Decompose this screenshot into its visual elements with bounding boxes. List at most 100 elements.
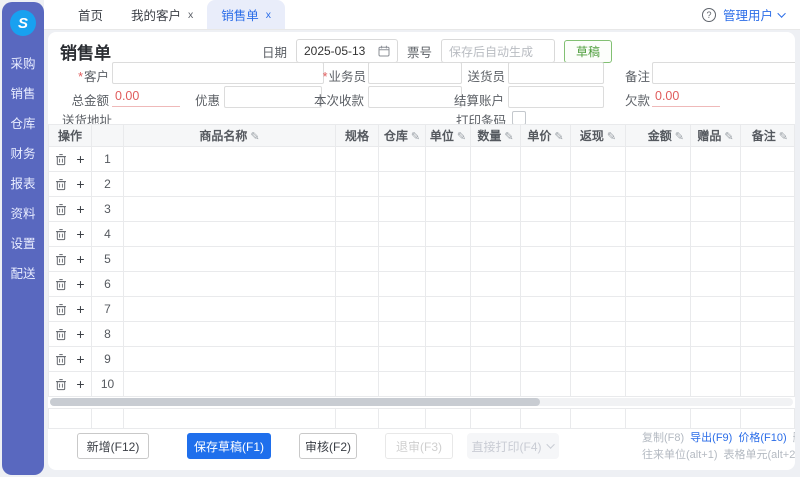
item-cell[interactable]: [571, 347, 626, 372]
delete-row-icon[interactable]: [55, 328, 67, 341]
footer-link[interactable]: 价格(F10): [738, 432, 786, 444]
item-cell[interactable]: [691, 272, 741, 297]
horizontal-scrollbar[interactable]: [50, 398, 793, 406]
add-row-icon[interactable]: +: [76, 228, 84, 240]
item-cell[interactable]: [471, 222, 521, 247]
item-cell[interactable]: [124, 347, 336, 372]
add-row-icon[interactable]: +: [76, 153, 84, 165]
item-cell[interactable]: [471, 172, 521, 197]
item-cell[interactable]: [571, 247, 626, 272]
account-input[interactable]: [508, 86, 604, 108]
item-cell[interactable]: [471, 247, 521, 272]
delete-row-icon[interactable]: [55, 203, 67, 216]
discount-input[interactable]: [224, 86, 322, 108]
add-row-icon[interactable]: +: [76, 328, 84, 340]
item-cell[interactable]: [124, 272, 336, 297]
item-cell[interactable]: [741, 297, 795, 322]
add-row-icon[interactable]: +: [76, 378, 84, 390]
item-cell[interactable]: [626, 297, 691, 322]
item-cell[interactable]: [521, 322, 571, 347]
item-cell[interactable]: [336, 197, 379, 222]
item-cell[interactable]: [741, 197, 795, 222]
item-cell[interactable]: [471, 197, 521, 222]
item-cell[interactable]: [124, 147, 336, 172]
item-cell[interactable]: [741, 322, 795, 347]
item-cell[interactable]: [691, 247, 741, 272]
item-cell[interactable]: [336, 322, 379, 347]
item-cell[interactable]: [124, 322, 336, 347]
item-cell[interactable]: [691, 322, 741, 347]
sidebar-item-6[interactable]: 资料: [10, 208, 35, 221]
sidebar-item-5[interactable]: 报表: [10, 178, 35, 191]
item-cell[interactable]: [626, 272, 691, 297]
item-cell[interactable]: [426, 372, 471, 397]
delete-row-icon[interactable]: [55, 278, 67, 291]
sidebar-item-4[interactable]: 财务: [10, 148, 35, 161]
item-cell[interactable]: [426, 272, 471, 297]
footer-button-2[interactable]: 保存草稿(F1): [187, 433, 271, 459]
delete-row-icon[interactable]: [55, 353, 67, 366]
item-cell[interactable]: [571, 222, 626, 247]
tab-close-icon[interactable]: x: [188, 9, 193, 21]
item-cell[interactable]: [336, 222, 379, 247]
item-cell[interactable]: [521, 272, 571, 297]
add-row-icon[interactable]: +: [76, 203, 84, 215]
item-cell[interactable]: [336, 272, 379, 297]
item-cell[interactable]: [571, 372, 626, 397]
deliveryman-input[interactable]: [508, 62, 604, 84]
item-cell[interactable]: [379, 197, 426, 222]
item-cell[interactable]: [336, 147, 379, 172]
date-input[interactable]: 2025-05-13: [296, 39, 398, 63]
item-cell[interactable]: [741, 222, 795, 247]
print-barcode-checkbox[interactable]: [512, 111, 526, 125]
delete-row-icon[interactable]: [55, 153, 67, 166]
item-cell[interactable]: [571, 272, 626, 297]
item-cell[interactable]: [379, 222, 426, 247]
item-cell[interactable]: [426, 347, 471, 372]
item-cell[interactable]: [124, 297, 336, 322]
user-menu[interactable]: 管理用户: [723, 5, 773, 24]
item-cell[interactable]: [521, 147, 571, 172]
item-cell[interactable]: [379, 297, 426, 322]
item-cell[interactable]: [626, 197, 691, 222]
sidebar-item-8[interactable]: 配送: [10, 268, 35, 281]
item-cell[interactable]: [124, 222, 336, 247]
sidebar-item-3[interactable]: 仓库: [10, 118, 35, 131]
item-cell[interactable]: [571, 197, 626, 222]
item-cell[interactable]: [626, 147, 691, 172]
item-cell[interactable]: [379, 272, 426, 297]
item-cell[interactable]: [426, 197, 471, 222]
tab-2[interactable]: 我的客户x: [117, 0, 207, 29]
tab-3[interactable]: 销售单x: [207, 0, 285, 29]
sidebar-item-1[interactable]: 采购: [10, 58, 35, 71]
item-cell[interactable]: [626, 347, 691, 372]
item-cell[interactable]: [336, 247, 379, 272]
item-cell[interactable]: [691, 222, 741, 247]
item-cell[interactable]: [426, 147, 471, 172]
item-cell[interactable]: [379, 322, 426, 347]
item-cell[interactable]: [426, 247, 471, 272]
item-cell[interactable]: [521, 347, 571, 372]
item-cell[interactable]: [741, 272, 795, 297]
item-cell[interactable]: [571, 172, 626, 197]
item-cell[interactable]: [426, 222, 471, 247]
item-cell[interactable]: [379, 172, 426, 197]
delete-row-icon[interactable]: [55, 378, 67, 391]
sidebar-item-7[interactable]: 设置: [10, 238, 35, 251]
item-cell[interactable]: [626, 247, 691, 272]
payment-input[interactable]: [368, 86, 462, 108]
delete-row-icon[interactable]: [55, 228, 67, 241]
item-cell[interactable]: [521, 222, 571, 247]
delete-row-icon[interactable]: [55, 253, 67, 266]
delete-row-icon[interactable]: [55, 178, 67, 191]
item-cell[interactable]: [691, 297, 741, 322]
customer-input[interactable]: [112, 62, 324, 84]
item-cell[interactable]: [379, 147, 426, 172]
add-row-icon[interactable]: +: [76, 253, 84, 265]
item-cell[interactable]: [471, 297, 521, 322]
item-cell[interactable]: [379, 372, 426, 397]
item-cell[interactable]: [471, 272, 521, 297]
item-cell[interactable]: [379, 247, 426, 272]
item-cell[interactable]: [626, 372, 691, 397]
item-cell[interactable]: [336, 372, 379, 397]
